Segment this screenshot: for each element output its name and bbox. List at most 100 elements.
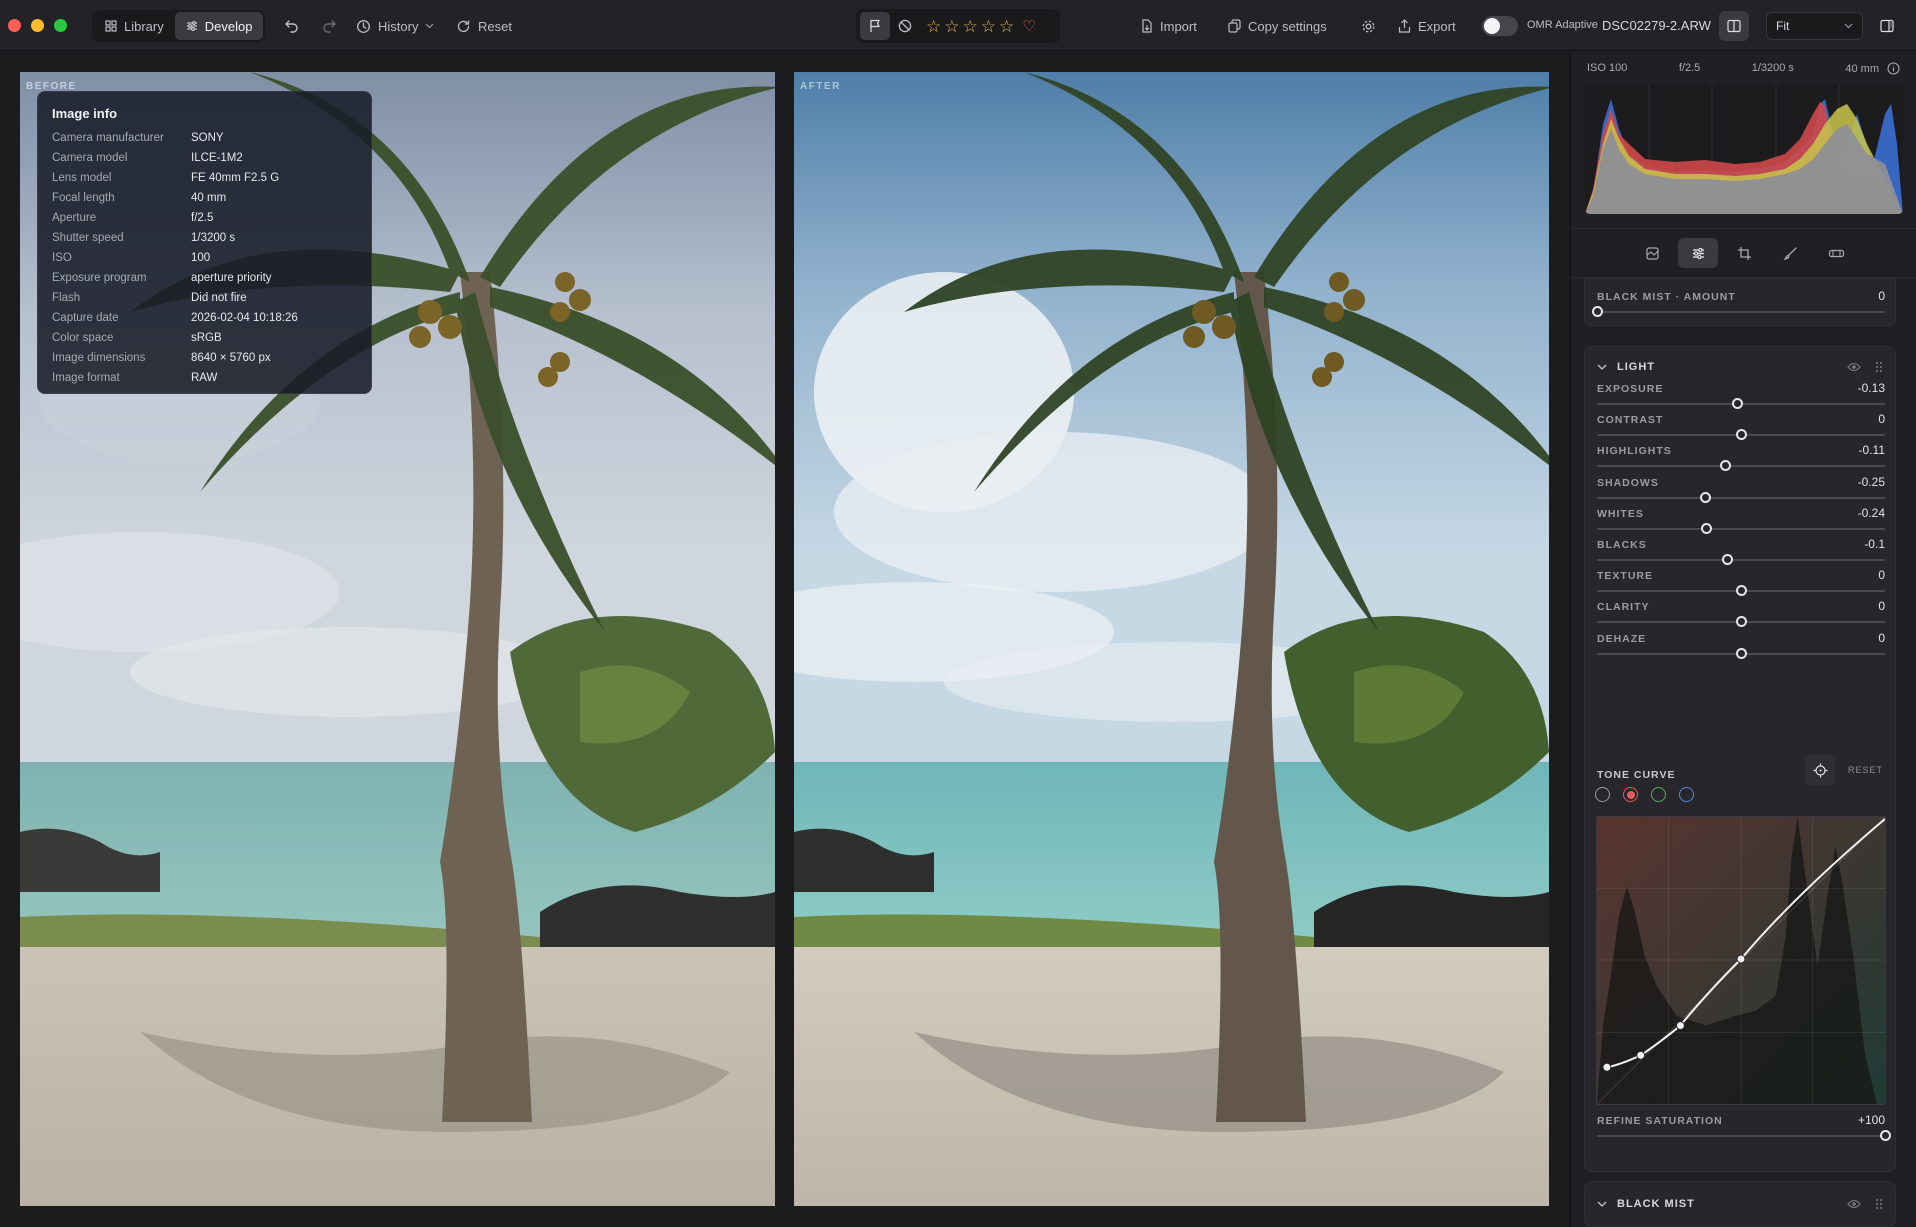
slider-track[interactable] bbox=[1597, 496, 1885, 499]
reject-button[interactable] bbox=[890, 12, 920, 40]
slider-track[interactable] bbox=[1597, 311, 1885, 313]
slider-track[interactable] bbox=[1597, 1135, 1885, 1137]
tone-curve-graph[interactable] bbox=[1596, 816, 1886, 1105]
slider-thumb[interactable] bbox=[1720, 460, 1732, 472]
copy-icon bbox=[1228, 19, 1241, 33]
reject-icon bbox=[898, 19, 912, 33]
exif-shutter: 1/3200 s bbox=[1751, 62, 1794, 74]
slider-track[interactable] bbox=[1597, 527, 1885, 530]
eye-icon[interactable] bbox=[1847, 362, 1861, 372]
export-button[interactable]: Export bbox=[1392, 10, 1462, 42]
info-key: Exposure program bbox=[52, 272, 147, 284]
slider-thumb[interactable] bbox=[1701, 522, 1713, 534]
drag-handle-icon[interactable] bbox=[1875, 1198, 1883, 1210]
crosshair-icon bbox=[1813, 763, 1827, 777]
history-icon bbox=[357, 19, 370, 33]
star-rating[interactable]: ☆ ☆ ☆ ☆ ☆ bbox=[926, 18, 1014, 35]
channel-blue[interactable] bbox=[1679, 787, 1694, 802]
eye-icon[interactable] bbox=[1847, 1199, 1861, 1209]
slider-label: REFINE SATURATION bbox=[1597, 1115, 1723, 1127]
slider-thumb[interactable] bbox=[1880, 1130, 1891, 1141]
refine-saturation-slider[interactable]: REFINE SATURATION +100 bbox=[1597, 1113, 1891, 1151]
split-view-icon bbox=[1727, 19, 1741, 33]
slider-label: DEHAZE bbox=[1597, 632, 1647, 645]
window-zoom-button[interactable] bbox=[54, 19, 67, 32]
compare-view-button[interactable] bbox=[1719, 11, 1749, 41]
tool-tabs bbox=[1571, 228, 1916, 278]
slider-track[interactable] bbox=[1597, 465, 1885, 468]
slider-thumb[interactable] bbox=[1736, 585, 1747, 597]
settings-button[interactable] bbox=[1355, 10, 1382, 42]
info-key: Lens model bbox=[52, 172, 112, 184]
exif-summary: ISO 100 f/2.5 1/3200 s 40 mm bbox=[1587, 62, 1900, 75]
channel-green[interactable] bbox=[1651, 787, 1666, 802]
star-icon[interactable]: ☆ bbox=[981, 18, 996, 35]
slider-thumb[interactable] bbox=[1700, 491, 1711, 503]
slider-thumb[interactable] bbox=[1736, 616, 1747, 628]
brush-icon bbox=[1782, 246, 1797, 260]
tab-presets[interactable] bbox=[1632, 238, 1672, 268]
copy-settings-button[interactable]: Copy settings bbox=[1222, 10, 1333, 42]
slider-track[interactable] bbox=[1597, 559, 1885, 561]
after-image[interactable]: AFTER bbox=[794, 72, 1549, 1206]
tab-brush[interactable] bbox=[1770, 238, 1810, 268]
channel-luma[interactable] bbox=[1595, 787, 1610, 802]
tab-develop[interactable]: Develop bbox=[174, 12, 264, 40]
info-value: FE 40mm F2.5 G bbox=[191, 172, 280, 184]
star-icon[interactable]: ☆ bbox=[963, 18, 978, 35]
exif-aperture: f/2.5 bbox=[1678, 62, 1701, 74]
tone-curve-target-button[interactable] bbox=[1805, 755, 1835, 785]
info-row: Camera manufacturer SONY bbox=[52, 128, 357, 148]
rating-group: ☆ ☆ ☆ ☆ ☆ ♡ bbox=[856, 9, 1060, 43]
gear-icon bbox=[1362, 20, 1375, 32]
undo-button[interactable] bbox=[278, 10, 306, 42]
reset-label: Reset bbox=[478, 18, 512, 34]
black-mist-amount-slider[interactable]: BLACK MIST · AMOUNT 0 bbox=[1592, 289, 1885, 327]
drag-handle-icon[interactable] bbox=[1875, 361, 1883, 373]
slider-thumb[interactable] bbox=[1731, 398, 1743, 409]
image-info-title: Image info bbox=[52, 106, 118, 121]
history-button[interactable]: History bbox=[350, 10, 440, 42]
window-close-button[interactable] bbox=[8, 19, 21, 32]
tab-crop[interactable] bbox=[1724, 238, 1764, 268]
import-label: Import bbox=[1160, 18, 1197, 34]
curve-channel-selector bbox=[1595, 787, 1694, 802]
exif-iso: ISO 100 bbox=[1587, 62, 1628, 74]
heart-icon[interactable]: ♡ bbox=[1022, 17, 1035, 35]
slider-value: 0 bbox=[1878, 412, 1885, 427]
tab-library[interactable]: Library bbox=[94, 12, 175, 40]
file-import-icon bbox=[1142, 19, 1152, 33]
window-minimize-button[interactable] bbox=[31, 19, 44, 32]
omr-adaptive-toggle[interactable] bbox=[1482, 16, 1518, 36]
info-icon[interactable] bbox=[1887, 62, 1900, 75]
star-icon[interactable]: ☆ bbox=[944, 18, 959, 35]
light-header[interactable]: LIGHT bbox=[1597, 357, 1883, 377]
slider-value: 0 bbox=[1878, 599, 1885, 614]
zoom-select[interactable]: Fit bbox=[1766, 12, 1863, 40]
black-mist-panel: BLACK MIST bbox=[1584, 1181, 1896, 1227]
light-title: LIGHT bbox=[1617, 361, 1655, 373]
slider-thumb[interactable] bbox=[1736, 647, 1747, 659]
tone-curve-reset-button[interactable]: RESET bbox=[1848, 765, 1883, 775]
tab-lens[interactable] bbox=[1816, 238, 1856, 268]
develop-sidebar: ISO 100 f/2.5 1/3200 s 40 mm BLACK MIST … bbox=[1570, 52, 1916, 1227]
slider-thumb[interactable] bbox=[1736, 429, 1747, 441]
slider-label: BLACK MIST · AMOUNT bbox=[1597, 291, 1736, 303]
star-icon[interactable]: ☆ bbox=[926, 18, 941, 35]
reset-button[interactable]: Reset bbox=[450, 10, 518, 42]
slider-thumb[interactable] bbox=[1721, 554, 1733, 565]
flag-button[interactable] bbox=[860, 12, 890, 40]
tab-develop-label: Develop bbox=[204, 18, 253, 34]
chevron-down-icon bbox=[1597, 364, 1607, 370]
tab-adjust[interactable] bbox=[1678, 238, 1718, 268]
slider-dehaze[interactable]: DEHAZE 0 bbox=[1597, 631, 1885, 669]
import-button[interactable]: Import bbox=[1135, 10, 1203, 42]
star-icon[interactable]: ☆ bbox=[999, 18, 1014, 35]
channel-red[interactable] bbox=[1623, 787, 1638, 802]
info-value: 2026-02-04 10:18:26 bbox=[191, 312, 298, 324]
tone-curve-title: TONE CURVE bbox=[1597, 769, 1676, 781]
slider-thumb[interactable] bbox=[1592, 306, 1603, 317]
black-mist-header[interactable]: BLACK MIST bbox=[1597, 1194, 1883, 1214]
redo-button[interactable] bbox=[315, 10, 343, 42]
sidebar-toggle-button[interactable] bbox=[1872, 11, 1902, 41]
